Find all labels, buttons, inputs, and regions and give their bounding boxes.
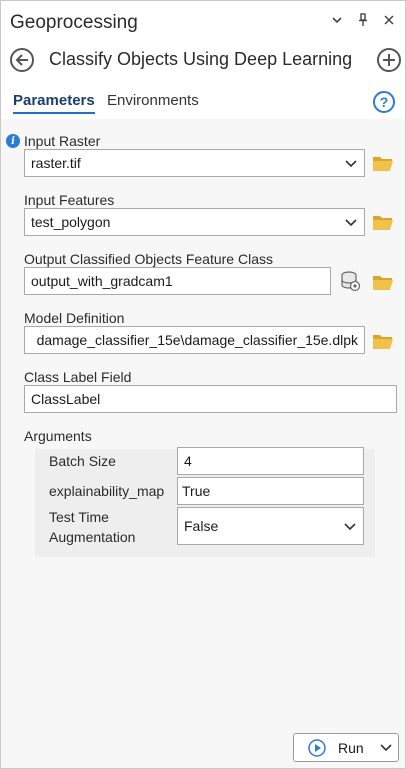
batch-size-value: 4	[184, 453, 192, 469]
class-label-field-input[interactable]: ClassLabel	[24, 385, 397, 413]
class-label-field-label: Class Label Field	[24, 369, 132, 385]
tta-label-line2: Augmentation	[49, 529, 136, 545]
chevron-down-icon	[345, 160, 357, 168]
output-fc-label: Output Classified Objects Feature Class	[24, 251, 273, 267]
geodatabase-icon[interactable]	[339, 270, 361, 292]
model-definition-input[interactable]: damage_classifier_15e\damage_classifier_…	[24, 326, 365, 354]
tab-environments[interactable]: Environments	[107, 92, 199, 109]
add-plus-icon[interactable]	[377, 48, 401, 72]
info-icon[interactable]: i	[6, 134, 20, 148]
play-icon	[308, 739, 326, 757]
output-fc-value: output_with_gradcam1	[31, 273, 173, 289]
tta-value: False	[184, 518, 219, 534]
model-definition-label: Model Definition	[24, 310, 125, 326]
pane-title: Geoprocessing	[10, 12, 138, 33]
folder-open-icon[interactable]	[372, 154, 394, 172]
class-label-field-value: ClassLabel	[31, 391, 101, 407]
explainability-map-label: explainability_map	[49, 483, 165, 499]
model-definition-value: damage_classifier_15e\damage_classifier_…	[36, 332, 358, 348]
tab-parameters[interactable]: Parameters	[13, 92, 95, 114]
input-raster-label: Input Raster	[24, 133, 101, 149]
pane-titlebar: Geoprocessing	[1, 1, 405, 43]
folder-open-icon[interactable]	[372, 332, 394, 350]
tta-label-line1: Test Time	[49, 509, 109, 525]
explainability-map-value: True	[182, 483, 211, 499]
folder-open-icon[interactable]	[372, 273, 394, 291]
batch-size-label: Batch Size	[49, 453, 116, 469]
arguments-label: Arguments	[24, 428, 92, 444]
pin-icon[interactable]	[357, 13, 369, 27]
tab-bar: Parameters Environments ?	[1, 79, 405, 119]
tool-header: Classify Objects Using Deep Learning	[1, 43, 405, 79]
help-icon[interactable]: ?	[373, 91, 395, 113]
input-raster-dropdown[interactable]: raster.tif	[24, 149, 365, 177]
input-features-dropdown[interactable]: test_polygon	[24, 208, 365, 236]
batch-size-input[interactable]: 4	[177, 447, 364, 475]
input-features-label: Input Features	[24, 192, 115, 208]
tta-dropdown[interactable]: False	[177, 507, 364, 545]
geoprocessing-pane: Geoprocessing Classify Objects Using Dee…	[0, 0, 406, 769]
close-icon[interactable]	[383, 13, 395, 27]
back-icon[interactable]	[10, 48, 34, 72]
chevron-down-icon	[345, 219, 357, 227]
options-chevron-icon[interactable]	[331, 13, 343, 27]
folder-open-icon[interactable]	[372, 213, 394, 231]
run-options-chevron-icon[interactable]	[380, 743, 392, 753]
explainability-map-input[interactable]: True	[177, 477, 364, 505]
input-raster-value: raster.tif	[31, 155, 81, 171]
input-features-value: test_polygon	[31, 214, 111, 230]
chevron-down-icon	[344, 523, 356, 531]
tool-title: Classify Objects Using Deep Learning	[49, 49, 353, 69]
output-fc-input[interactable]: output_with_gradcam1	[24, 267, 331, 295]
run-button[interactable]: Run	[293, 733, 399, 762]
run-label: Run	[338, 740, 364, 756]
